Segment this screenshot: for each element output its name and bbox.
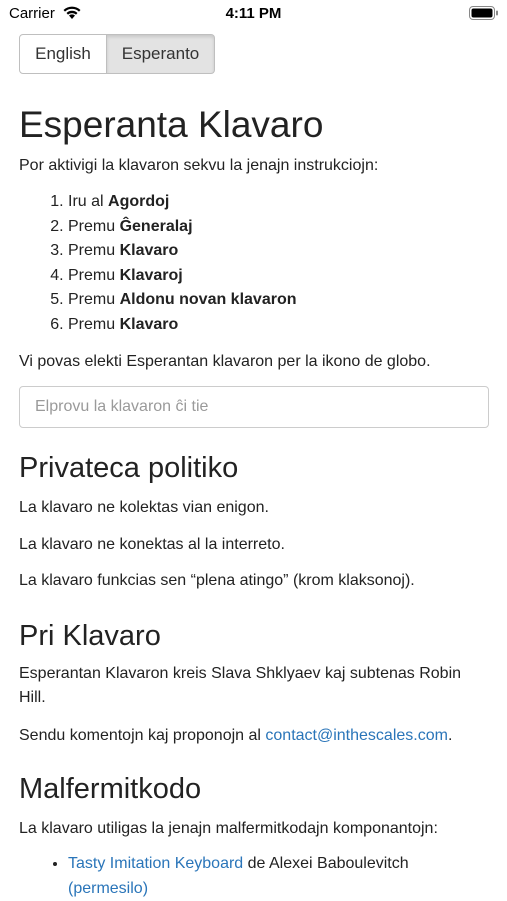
opensource-intro: La klavaro utiligas la jenajn malfermitk…: [19, 820, 438, 837]
about-heading: Pri Klavaro: [19, 620, 161, 652]
list-item: Premu Klavaroj: [68, 264, 297, 289]
opensource-list: Tasty Imitation Keyboard de Alexei Babou…: [19, 852, 488, 901]
contact-text: Sendu komentojn kaj proponojn al contact…: [19, 727, 453, 744]
privacy-line: La klavaro ne konektas al la interreto.: [19, 536, 285, 553]
list-item: Tasty Imitation Keyboard de Alexei Babou…: [68, 852, 488, 901]
status-bar: Carrier 4:11 PM: [0, 0, 507, 28]
page-title: Esperanta Klavaro: [19, 104, 324, 145]
clock: 4:11 PM: [225, 5, 282, 22]
battery-icon: [469, 6, 499, 25]
opensource-heading: Malfermitkodo: [19, 773, 202, 805]
globe-note: Vi povas elekti Esperantan klavaron per …: [19, 353, 431, 370]
component-link[interactable]: Tasty Imitation Keyboard: [68, 855, 243, 872]
privacy-line: La klavaro funkcias sen “plena atingo” (…: [19, 572, 415, 589]
list-item: Premu Aldonu novan klavaron: [68, 288, 297, 313]
intro-text: Por aktivigi la klavaron sekvu la jenajn…: [19, 157, 379, 174]
list-item: Premu Ĝeneralaj: [68, 215, 297, 240]
contact-email-link[interactable]: contact@inthescales.com: [265, 727, 448, 744]
list-item: Premu Klavaro: [68, 313, 297, 338]
privacy-line: La klavaro ne kolektas vian enigon.: [19, 499, 269, 516]
credits-text: Esperantan Klavaron kreis Slava Shklyaev…: [19, 665, 462, 706]
language-segmented-control: English Esperanto: [19, 34, 215, 74]
try-keyboard-input[interactable]: [19, 386, 489, 428]
privacy-heading: Privateca politiko: [19, 452, 239, 484]
english-button[interactable]: English: [19, 34, 107, 74]
help-content: English Esperanto Esperanta Klavaro Por …: [19, 34, 489, 897]
list-item: Iru al Agordoj: [68, 190, 297, 215]
instructions-list: Iru al Agordoj Premu Ĝeneralaj Premu Kla…: [19, 190, 297, 337]
esperanto-button[interactable]: Esperanto: [107, 34, 215, 74]
license-link[interactable]: (permesilo): [68, 880, 148, 897]
list-item: Premu Klavaro: [68, 239, 297, 264]
